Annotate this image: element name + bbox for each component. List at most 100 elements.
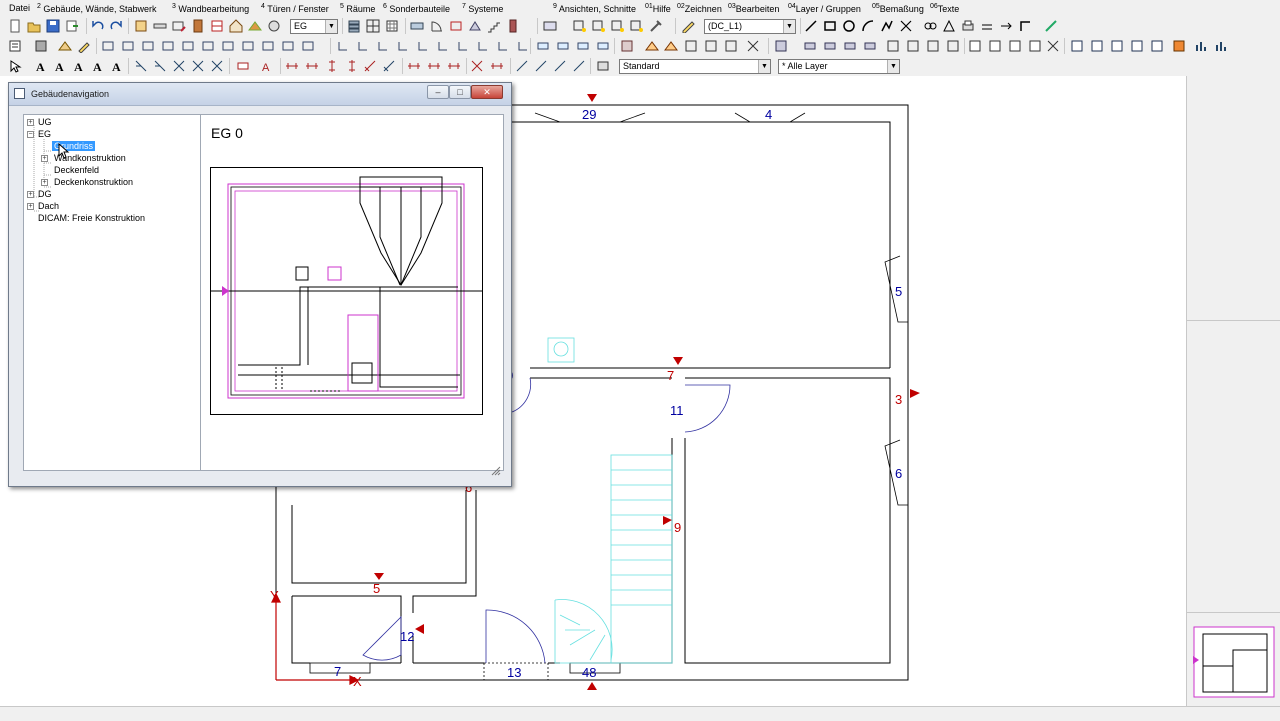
expand-icon[interactable]: + — [27, 119, 34, 126]
wall-edit-icon[interactable] — [172, 19, 186, 33]
special-1-icon[interactable] — [774, 39, 788, 53]
house-icon[interactable] — [229, 19, 243, 33]
text-3-icon[interactable]: A — [72, 59, 86, 73]
skylight-icon[interactable] — [468, 19, 482, 33]
measure-5-icon[interactable] — [363, 59, 377, 73]
opening-tool-4-icon[interactable] — [596, 39, 610, 53]
measure-4-icon[interactable] — [345, 59, 359, 73]
tree-item-dicam[interactable]: DICAM: Freie Konstruktion — [38, 213, 145, 223]
system-1-icon[interactable] — [886, 39, 900, 53]
expand-icon[interactable]: + — [41, 155, 48, 162]
special-4-icon[interactable] — [843, 39, 857, 53]
wall-type-9-icon[interactable] — [261, 39, 275, 53]
edit-1-icon[interactable] — [336, 39, 350, 53]
style-icon[interactable] — [596, 59, 610, 73]
window-2-icon[interactable] — [1090, 39, 1104, 53]
wall-icon[interactable] — [153, 19, 167, 33]
tree-icon[interactable] — [8, 39, 22, 53]
menu-ansichten[interactable]: 9 Ansichten, Schnitte — [553, 3, 636, 14]
menu-sonderbauteile[interactable]: 6 Sonderbauteile — [383, 3, 450, 14]
style-select[interactable]: Standard ▼ — [619, 59, 771, 74]
wall-tool-3-icon[interactable] — [77, 39, 91, 53]
wall-type-3-icon[interactable] — [141, 39, 155, 53]
rectangle-icon[interactable] — [823, 19, 837, 33]
snap-icon[interactable] — [923, 19, 937, 33]
grid-icon[interactable] — [385, 19, 399, 33]
measure-8-icon[interactable] — [427, 59, 441, 73]
edit-5-icon[interactable] — [416, 39, 430, 53]
snap-3-icon[interactable] — [553, 59, 567, 73]
hatch-icon[interactable] — [942, 19, 956, 33]
opening-icon[interactable] — [449, 19, 463, 33]
dimension-3-icon[interactable] — [172, 59, 186, 73]
system-2-icon[interactable] — [906, 39, 920, 53]
line-icon[interactable] — [804, 19, 818, 33]
label-1-icon[interactable] — [236, 59, 250, 73]
expand-icon[interactable]: + — [27, 191, 34, 198]
menu-layer-gruppen[interactable]: 04Layer / Gruppen — [788, 3, 861, 14]
room-tool-3-icon[interactable] — [664, 39, 678, 53]
expand-icon[interactable]: + — [41, 179, 48, 186]
redo-icon[interactable] — [109, 19, 123, 33]
measure-7-icon[interactable] — [407, 59, 421, 73]
menu-bemassung[interactable]: 05Bemaßung — [872, 3, 924, 14]
wall-type-5-icon[interactable] — [181, 39, 195, 53]
dialog-title-bar[interactable]: Gebäudenavigation – □ ✕ — [9, 83, 511, 106]
room-tool-6-icon[interactable] — [724, 39, 738, 53]
room-tool-2-icon[interactable] — [645, 39, 659, 53]
window-1-icon[interactable] — [1070, 39, 1084, 53]
snap-2-icon[interactable] — [534, 59, 548, 73]
menu-wandbearbeitung[interactable]: 3 Wandbearbeitung — [172, 3, 249, 14]
window-3-icon[interactable] — [1110, 39, 1124, 53]
view-icon[interactable] — [543, 19, 557, 33]
dimension-4-icon[interactable] — [191, 59, 205, 73]
resize-grip-icon[interactable] — [491, 466, 501, 476]
measure-1-icon[interactable] — [285, 59, 299, 73]
menu-texte[interactable]: 06Texte — [930, 3, 959, 14]
layer-icon[interactable] — [366, 19, 380, 33]
opening-tool-2-icon[interactable] — [556, 39, 570, 53]
wall-type-10-icon[interactable] — [281, 39, 295, 53]
text-icon[interactable]: A — [34, 59, 48, 73]
text-4-icon[interactable]: A — [91, 59, 105, 73]
window-5-icon[interactable] — [1150, 39, 1164, 53]
building-icon[interactable] — [134, 19, 148, 33]
room-tool-4-icon[interactable] — [684, 39, 698, 53]
overview-minimap[interactable] — [1193, 626, 1275, 698]
room-icon[interactable] — [210, 19, 224, 33]
edit-6-icon[interactable] — [436, 39, 450, 53]
collapse-icon[interactable]: − — [27, 131, 34, 138]
measure-icon[interactable] — [1044, 19, 1058, 33]
menu-raeume[interactable]: 5 Räume — [340, 3, 375, 14]
expand-icon[interactable]: + — [27, 203, 34, 210]
print-icon[interactable] — [961, 19, 975, 33]
menu-tueren-fenster[interactable]: 4 Türen / Fenster — [261, 3, 329, 14]
view-2-icon[interactable] — [988, 39, 1002, 53]
tree-item-dg[interactable]: DG — [38, 189, 52, 199]
undo-icon[interactable] — [91, 19, 105, 33]
measure-3-icon[interactable] — [325, 59, 339, 73]
open-folder-icon[interactable] — [27, 19, 41, 33]
wall-type-11-icon[interactable] — [301, 39, 315, 53]
door-window-icon[interactable] — [191, 19, 205, 33]
view-3-icon[interactable] — [1008, 39, 1022, 53]
special-3-icon[interactable] — [823, 39, 837, 53]
pen-icon[interactable] — [681, 19, 695, 33]
wall-type-7-icon[interactable] — [221, 39, 235, 53]
measure-10-icon[interactable] — [490, 59, 504, 73]
save-icon[interactable] — [46, 19, 60, 33]
trim-icon[interactable] — [899, 19, 913, 33]
section-2-icon[interactable] — [592, 19, 606, 33]
floor-select[interactable]: EG ▼ — [290, 19, 338, 34]
tools-icon[interactable] — [649, 19, 663, 33]
opening-tool-3-icon[interactable] — [576, 39, 590, 53]
close-button[interactable]: ✕ — [471, 85, 503, 99]
system-4-icon[interactable] — [946, 39, 960, 53]
wall-type-6-icon[interactable] — [201, 39, 215, 53]
tree-item-eg[interactable]: EG — [38, 129, 51, 139]
edit-4-icon[interactable] — [396, 39, 410, 53]
room-tool-7-icon[interactable] — [746, 39, 760, 53]
room-tool-5-icon[interactable] — [704, 39, 718, 53]
window-4-icon[interactable] — [1130, 39, 1144, 53]
view-4-icon[interactable] — [1028, 39, 1042, 53]
